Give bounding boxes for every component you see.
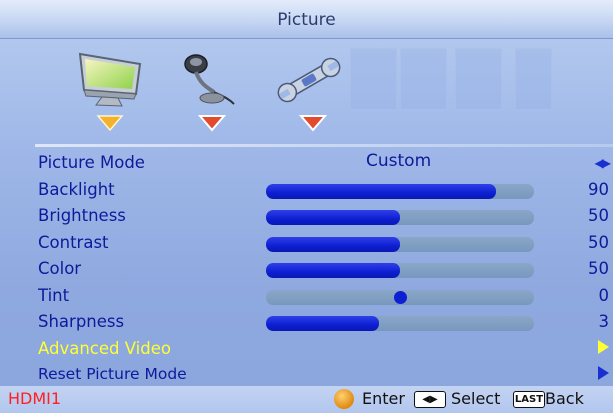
submenu-arrow-icon [598,366,609,380]
sharpness-slider-fill [266,316,379,331]
category-indicator-icon [298,115,328,132]
contrast-value: 50 [588,232,609,252]
tv-menu-screen: Picture Picture Mode Custom ◀▶ Backlight… [0,0,613,413]
contrast-slider[interactable] [266,236,534,252]
color-label: Color [38,259,82,278]
picture-settings-list: Picture Mode Custom ◀▶ Backlight 90 Brig… [0,151,613,390]
backlight-value: 90 [588,179,609,199]
contrast-slider-fill [266,236,400,252]
menu-item-sharpness[interactable]: Sharpness 3 [0,310,613,337]
menu-item-backlight[interactable]: Backlight 90 [0,178,613,205]
submenu-arrow-icon [598,339,609,354]
background-panel [350,48,397,110]
setup-icon[interactable] [274,52,344,112]
input-source-label: HDMI1 [8,389,62,408]
picture-icon[interactable] [74,50,146,114]
tint-slider-knob[interactable] [394,290,407,304]
sharpness-value: 3 [598,312,610,331]
color-slider[interactable] [266,263,534,278]
tint-slider[interactable] [266,289,534,305]
contrast-label: Contrast [38,232,109,252]
menu-item-tint[interactable]: Tint 0 [0,284,613,311]
menu-item-brightness[interactable]: Brightness 50 [0,204,613,231]
sharpness-label: Sharpness [38,312,125,331]
sharpness-slider[interactable] [266,316,534,331]
last-key-icon: LAST [513,391,545,408]
menu-item-color[interactable]: Color 50 [0,257,613,284]
brightness-label: Brightness [38,206,126,225]
left-right-arrows-icon: ◀▶ [594,156,612,170]
advanced-video-label: Advanced Video [38,338,171,358]
menu-item-advanced-video[interactable]: Advanced Video [0,337,613,364]
divider [35,144,613,147]
reset-picture-mode-label: Reset Picture Mode [38,365,187,383]
vizio-v-icon [334,389,354,409]
brightness-value: 50 [588,206,609,225]
back-hint: Back [545,389,584,408]
select-hint: Select [451,389,501,408]
background-panel [455,48,502,110]
color-value: 50 [588,259,609,278]
brightness-slider-fill [266,210,400,225]
tint-label: Tint [38,285,70,305]
menu-item-picture-mode[interactable]: Picture Mode Custom ◀▶ [0,151,613,178]
category-indicator-selected-icon [96,115,124,132]
arrow-keys-icon: ◀▶ [414,391,446,408]
color-slider-fill [266,263,400,278]
picture-mode-label: Picture Mode [38,153,145,172]
audio-icon[interactable] [178,52,238,116]
backlight-slider[interactable] [266,183,534,199]
enter-hint: Enter [362,389,405,408]
menu-item-contrast[interactable]: Contrast 50 [0,231,613,258]
tint-value: 0 [598,285,610,305]
backlight-slider-fill [266,183,497,199]
footer-bar: HDMI1 Enter ◀▶ Select LAST Back [0,386,613,413]
brightness-slider[interactable] [266,210,534,225]
background-panel [515,48,552,110]
menu-title: Picture [0,0,613,39]
picture-mode-value: Custom [366,151,432,171]
backlight-label: Backlight [38,179,115,199]
category-indicator-icon [197,115,227,132]
background-panel [400,48,447,110]
